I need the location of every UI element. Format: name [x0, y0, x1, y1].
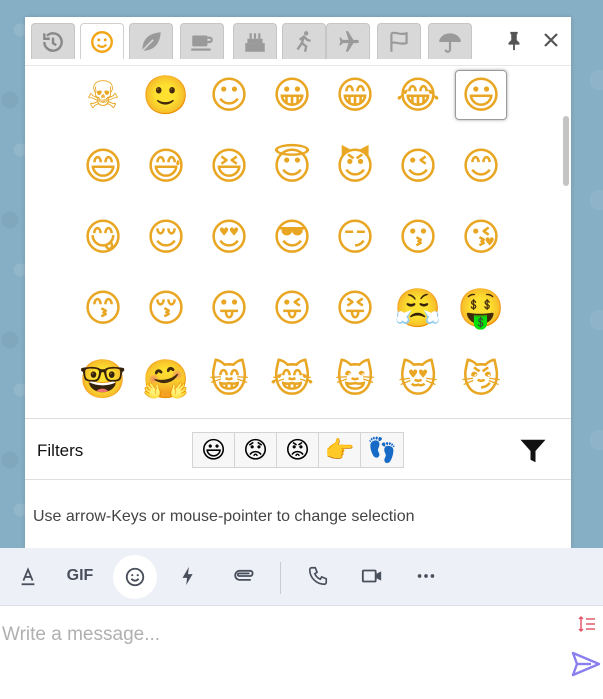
filter-funnel-icon[interactable]: [518, 436, 548, 466]
emoji-grid: ☠ 🙂 ☺ 😀 😁 😂 😃 😄 😅 😆 😇 😈 😉 😊 😋 😌 😍 😎 😏 😗 😘 😙 😚 😛 😜 😝 😤 🤑 🤓 🤗 😸 😹 😺 😻 😼: [77, 70, 518, 418]
emoji-cell[interactable]: 😂: [392, 70, 444, 120]
emoji-icon: [125, 567, 145, 587]
airplane-icon: [339, 30, 359, 52]
filter-happy[interactable]: 😃: [193, 433, 235, 467]
emoji-cell[interactable]: 😹: [266, 354, 318, 404]
tab-food[interactable]: [180, 23, 224, 59]
emoji-cell[interactable]: 😀: [266, 70, 318, 120]
more-icon: [417, 574, 435, 578]
pin-icon[interactable]: [503, 29, 525, 53]
expand-input-icon[interactable]: [577, 614, 597, 634]
emoji-cell[interactable]: 😆: [203, 141, 255, 191]
emoji-cell[interactable]: 😉: [392, 141, 444, 191]
leaf-icon: [141, 31, 161, 51]
emoji-cell[interactable]: 😘: [455, 212, 507, 262]
emoji-picker: ☠ 🙂 ☺ 😀 😁 😂 😃 😄 😅 😆 😇 😈 😉 😊 😋 😌 😍 😎 😏 😗 😘 😙 😚 😛 😜 😝 😤 🤑 🤓 🤗 😸 😹 😺 😻 😼 Filt…: [25, 17, 571, 548]
filter-footprints[interactable]: 👣: [361, 433, 403, 467]
tab-smileys[interactable]: [80, 23, 124, 59]
video-call-button[interactable]: [358, 556, 386, 596]
message-composer: [0, 606, 603, 699]
emoji-cell[interactable]: 🤗: [140, 354, 192, 404]
emoji-cell[interactable]: 😤: [392, 283, 444, 333]
emoji-cell[interactable]: 😻: [392, 354, 444, 404]
filter-worried[interactable]: 😟: [235, 433, 277, 467]
emoji-cell[interactable]: 😋: [77, 212, 129, 262]
text-format-button[interactable]: [14, 556, 42, 596]
more-button[interactable]: [413, 556, 439, 596]
emoji-cell[interactable]: 😚: [140, 283, 192, 333]
send-icon[interactable]: [570, 648, 602, 680]
emoji-cell[interactable]: 😸: [203, 354, 255, 404]
text-format-icon: [21, 567, 35, 586]
emoji-cell[interactable]: 😙: [77, 283, 129, 333]
scrollbar-thumb[interactable]: [563, 116, 569, 186]
emoji-cell[interactable]: 😛: [203, 283, 255, 333]
message-input[interactable]: [2, 618, 562, 652]
emoji-cell[interactable]: 🙂: [140, 70, 192, 120]
tab-recent[interactable]: [31, 23, 75, 59]
umbrella-icon: [439, 32, 461, 53]
emoji-cell[interactable]: 😍: [203, 212, 255, 262]
phone-icon: [308, 566, 328, 586]
selection-hint: Use arrow-Keys or mouse-pointer to chang…: [33, 508, 415, 525]
emoji-cell[interactable]: 🤑: [455, 283, 507, 333]
call-button[interactable]: [305, 556, 331, 596]
emoji-cell[interactable]: 🤓: [77, 354, 129, 404]
emoji-cell[interactable]: 😅: [140, 141, 192, 191]
emoji-cell[interactable]: 😄: [77, 141, 129, 191]
emoji-cell[interactable]: 😺: [329, 354, 381, 404]
emoji-grid-area: ☠ 🙂 ☺ 😀 😁 😂 😃 😄 😅 😆 😇 😈 😉 😊 😋 😌 😍 😎 😏 😗 😘 😙 😚 😛 😜 😝 😤 🤑 🤓 🤗 😸 😹 😺 😻 😼: [25, 65, 571, 418]
emoji-cell[interactable]: 😏: [329, 212, 381, 262]
emoji-cell[interactable]: 😼: [455, 354, 507, 404]
emoji-cell[interactable]: 😈: [329, 141, 381, 191]
smiley-icon: [91, 30, 113, 53]
message-toolbar: GIF: [0, 548, 603, 606]
video-camera-icon: [361, 569, 382, 583]
filters-label: Filters: [37, 441, 84, 460]
emoji-cell[interactable]: 😊: [455, 141, 507, 191]
filter-group: 😃 😟 😡 👉 👣: [192, 432, 404, 468]
emoji-button[interactable]: [113, 555, 157, 599]
tab-nature[interactable]: [129, 23, 173, 59]
emoji-cell[interactable]: 😁: [329, 70, 381, 120]
runner-icon: [296, 30, 311, 52]
emoji-cell[interactable]: 😃: [455, 70, 507, 120]
cake-icon: [245, 32, 265, 52]
toolbar-divider: [280, 562, 281, 594]
history-icon: [43, 31, 63, 52]
filter-hand[interactable]: 👉: [319, 433, 361, 467]
filters-row: Filters 😃 😟 😡 👉 👣: [25, 418, 571, 480]
gif-button[interactable]: GIF: [62, 556, 98, 596]
flag-icon: [390, 31, 408, 52]
emoji-cell[interactable]: 😌: [140, 212, 192, 262]
emoji-cell[interactable]: 😎: [266, 212, 318, 262]
coffee-cup-icon: [191, 35, 213, 51]
emoji-cell[interactable]: 😜: [266, 283, 318, 333]
emoji-cell[interactable]: ☺: [203, 70, 255, 120]
emoji-cell[interactable]: 😗: [392, 212, 444, 262]
tab-flags[interactable]: [377, 23, 421, 59]
quick-actions-button[interactable]: [176, 556, 200, 596]
emoji-cell[interactable]: 😇: [266, 141, 318, 191]
tab-celebration[interactable]: [233, 23, 277, 59]
tab-activity[interactable]: [282, 23, 326, 59]
emoji-cell[interactable]: 😝: [329, 283, 381, 333]
filter-angry[interactable]: 😡: [277, 433, 319, 467]
tab-travel[interactable]: [326, 23, 370, 59]
lightning-icon: [182, 566, 193, 586]
emoji-cell[interactable]: ☠: [77, 70, 129, 120]
emoji-category-tabs: [25, 17, 571, 65]
close-icon[interactable]: [541, 30, 561, 50]
paperclip-icon: [234, 569, 254, 581]
tab-symbols[interactable]: [428, 23, 472, 59]
attach-button[interactable]: [228, 556, 258, 596]
